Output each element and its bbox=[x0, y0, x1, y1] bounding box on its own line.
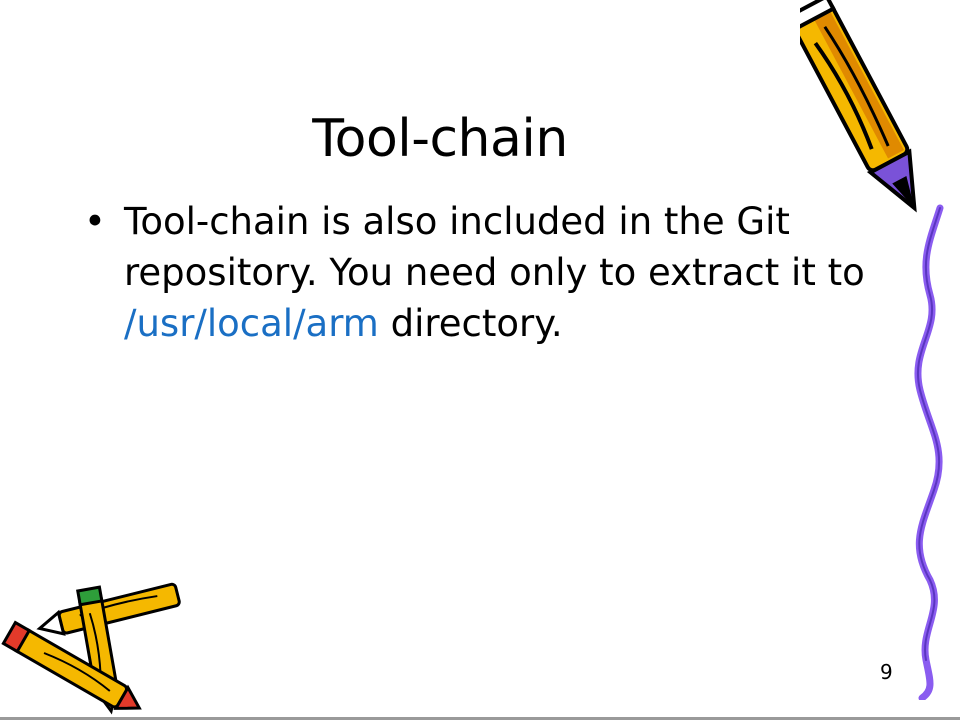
page-number: 9 bbox=[880, 660, 893, 684]
bullet-text-after: directory. bbox=[378, 302, 563, 345]
slide-title: Tool-chain bbox=[312, 109, 568, 169]
path-highlight: /usr/local/arm bbox=[124, 302, 379, 345]
pencils-clipart-icon bbox=[1, 582, 181, 715]
bullet-list: • Tool-chain is also included in the Git… bbox=[78, 196, 878, 349]
bullet-marker: • bbox=[84, 200, 106, 243]
bullet-text-before: Tool-chain is also included in the Git r… bbox=[124, 200, 865, 294]
squiggle-line-icon bbox=[914, 204, 944, 700]
slide: Tool-chain • Tool-chain is also included… bbox=[0, 0, 960, 720]
bullet-text: Tool-chain is also included in the Git r… bbox=[124, 196, 878, 349]
bullet-item: • Tool-chain is also included in the Git… bbox=[78, 196, 878, 349]
